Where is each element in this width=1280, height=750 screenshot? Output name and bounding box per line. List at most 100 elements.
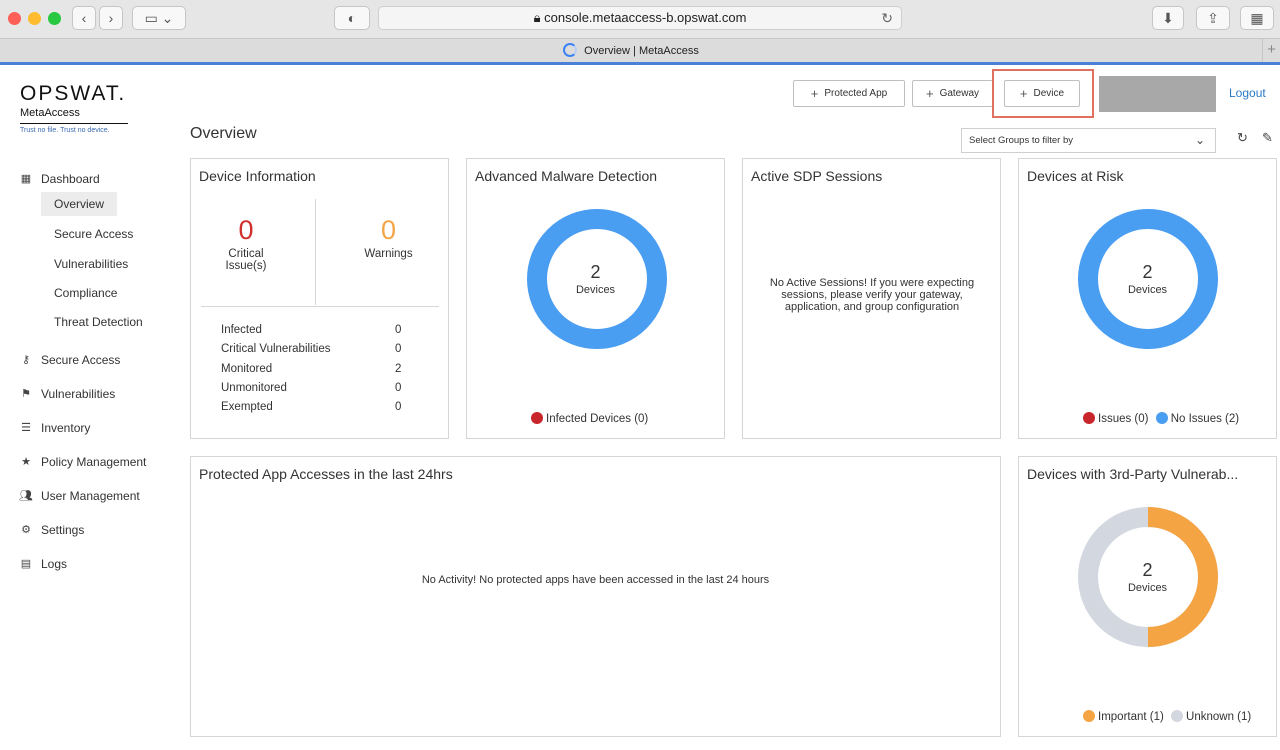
group-filter-select[interactable]: Select Groups to filter by ⌄ (961, 128, 1216, 153)
row-value: 0 (395, 381, 402, 394)
user-name-redacted[interactable] (1099, 76, 1216, 112)
sidebar-item-settings[interactable]: ⚙ Settings (0, 519, 180, 541)
sidebar-subitem-threat-detection[interactable]: Threat Detection (41, 310, 156, 334)
forward-icon[interactable]: › (99, 6, 123, 30)
back-icon[interactable]: ‹ (72, 6, 96, 30)
legend-swatch-gray (1171, 710, 1184, 722)
sidebar-item-logs[interactable]: ▤ Logs (0, 553, 180, 575)
address-bar[interactable]: 🔒︎ console.metaaccess-b.opswat.com ↻ (378, 6, 902, 30)
donut-center-label: 2 Devices (1019, 262, 1276, 296)
zoom-window-button[interactable] (48, 12, 61, 25)
sidebar-item-policy-management[interactable]: ★ Policy Management (0, 451, 180, 473)
warnings-stat[interactable]: 0 Warnings (341, 215, 436, 260)
new-tab-button[interactable]: + (1262, 39, 1280, 63)
sidebar-subitem-vulnerabilities[interactable]: Vulnerabilities (41, 252, 141, 276)
sidebar-item-dashboard[interactable]: ▦ Dashboard (0, 168, 180, 190)
table-row[interactable]: Infected 0 (221, 324, 411, 343)
card-title: Advanced Malware Detection (475, 168, 658, 184)
sidebar-item-label: Policy Management (41, 455, 147, 469)
row-label: Exempted (221, 401, 273, 414)
legend-risk: Issues (0) No Issues (2) (1083, 412, 1239, 425)
sidebar-item-user-management[interactable]: 👥︎ User Management (0, 485, 180, 507)
legend-label: Infected Devices (0) (546, 413, 649, 425)
device-information-card: Device Information 0 Critical Issue(s) 0… (190, 158, 449, 439)
legend-label: Issues (0) (1098, 413, 1149, 425)
reload-icon[interactable]: ↻ (881, 7, 893, 29)
logo[interactable]: OPSWAT. MetaAccess Trust no file. Trust … (20, 82, 128, 134)
tab-bar: Overview | MetaAccess + (0, 38, 1280, 63)
sidebar-item-label: Inventory (41, 421, 91, 435)
page-title: Overview (190, 125, 257, 142)
users-icon: 👥︎ (19, 490, 33, 502)
warnings-label: Warnings (364, 248, 413, 260)
sidebar-toggle-icon[interactable]: ▭ ⌄ (132, 6, 186, 30)
row-label: Monitored (221, 362, 273, 375)
sidebar-item-label: Settings (41, 523, 85, 537)
sidebar-item-secure-access[interactable]: ⚷ Secure Access (0, 349, 180, 371)
browser-chrome: ‹ › ▭ ⌄ ◐ 🔒︎ console.metaaccess-b.opswat… (0, 0, 1280, 64)
card-title: Active SDP Sessions (751, 168, 883, 184)
tab-active[interactable]: Overview | MetaAccess (0, 43, 1262, 57)
donut-center-label: 2 Devices (467, 262, 724, 296)
highlight-box (992, 69, 1094, 118)
legend-important[interactable]: Important (1) (1083, 710, 1164, 723)
legend-unknown[interactable]: Unknown (1) (1171, 710, 1252, 723)
donut-count: 2 (590, 262, 601, 282)
row-value: 0 (395, 401, 402, 414)
plus-icon: + (810, 86, 819, 101)
legend-infected[interactable]: Infected Devices (0) (531, 412, 648, 425)
card-title: Protected App Accesses in the last 24hrs (199, 466, 453, 482)
sidebar-item-label: User Management (41, 489, 140, 503)
critical-issues-stat[interactable]: 0 Critical Issue(s) (211, 215, 281, 272)
tab-overview-icon[interactable]: ▦ (1240, 6, 1274, 30)
loading-spinner-icon (563, 43, 578, 57)
add-gateway-button[interactable]: + Gateway (912, 80, 993, 107)
minimize-window-button[interactable] (28, 12, 41, 25)
row-value: 2 (395, 362, 402, 375)
card-title: Devices with 3rd-Party Vulnerab... (1027, 466, 1239, 482)
sidebar-item-label: Dashboard (41, 172, 100, 186)
table-row[interactable]: Monitored 2 (221, 363, 411, 382)
sidebar-subitem-overview[interactable]: Overview (41, 192, 118, 216)
stat-divider-horizontal (201, 306, 439, 307)
sidebar-item-label: Logs (41, 557, 68, 571)
table-row[interactable]: Unmonitored 0 (221, 382, 411, 401)
sidebar-subitem-compliance[interactable]: Compliance (41, 281, 130, 305)
share-icon[interactable]: ⇪ (1196, 6, 1230, 30)
download-icon[interactable]: ⬇ (1152, 6, 1184, 30)
legend-label: Important (1) (1098, 711, 1164, 723)
warnings-count: 0 (380, 215, 397, 245)
donut-count: 2 (1142, 560, 1153, 580)
donut-count: 2 (1142, 262, 1153, 282)
legend-swatch-red (531, 412, 543, 424)
sidebar-item-vulnerabilities[interactable]: ⚑ Vulnerabilities (0, 383, 180, 405)
close-window-button[interactable] (8, 12, 21, 25)
legend-no-issues[interactable]: No Issues (2) (1155, 412, 1240, 425)
browser-toolbar: ‹ › ▭ ⌄ ◐ 🔒︎ console.metaaccess-b.opswat… (0, 0, 1280, 38)
malware-detection-card: Advanced Malware Detection 2 Devices Inf… (466, 158, 725, 439)
add-gateway-label: Gateway (939, 88, 980, 99)
critical-count: 0 (238, 215, 254, 245)
legend-label: No Issues (2) (1170, 413, 1240, 425)
privacy-shield-icon[interactable]: ◐ (334, 6, 370, 30)
edit-icon[interactable]: ✎ (1262, 130, 1273, 146)
sidebar-subitem-secure-access[interactable]: Secure Access (41, 222, 146, 246)
legend-issues[interactable]: Issues (0) (1083, 412, 1149, 425)
donut-unit: Devices (575, 284, 616, 296)
device-stats-table: Infected 0 Critical Vulnerabilities 0 Moni… (221, 324, 411, 420)
third-party-vulnerabilities-card: Devices with 3rd-Party Vulnerab... 2 Dev… (1018, 456, 1277, 737)
legend-swatch-orange (1083, 710, 1095, 722)
table-row[interactable]: Critical Vulnerabilities 0 (221, 343, 411, 362)
sdp-sessions-card: Active SDP Sessions No Active Sessions! … (742, 158, 1001, 439)
refresh-icon[interactable]: ↻ (1237, 130, 1248, 146)
legend-label: Unknown (1) (1186, 711, 1252, 723)
gear-icon: ⚙ (21, 524, 31, 536)
table-row[interactable]: Exempted 0 (221, 401, 411, 420)
chevron-down-icon: ⌄ (1194, 133, 1205, 147)
sidebar-item-inventory[interactable]: ☰ Inventory (0, 417, 180, 439)
add-protected-app-label: Protected App (824, 88, 888, 99)
logout-link[interactable]: Logout (1229, 86, 1266, 100)
lock-icon: 🔒︎ (533, 10, 541, 25)
add-protected-app-button[interactable]: + Protected App (793, 80, 905, 107)
star-icon: ★ (21, 456, 31, 468)
